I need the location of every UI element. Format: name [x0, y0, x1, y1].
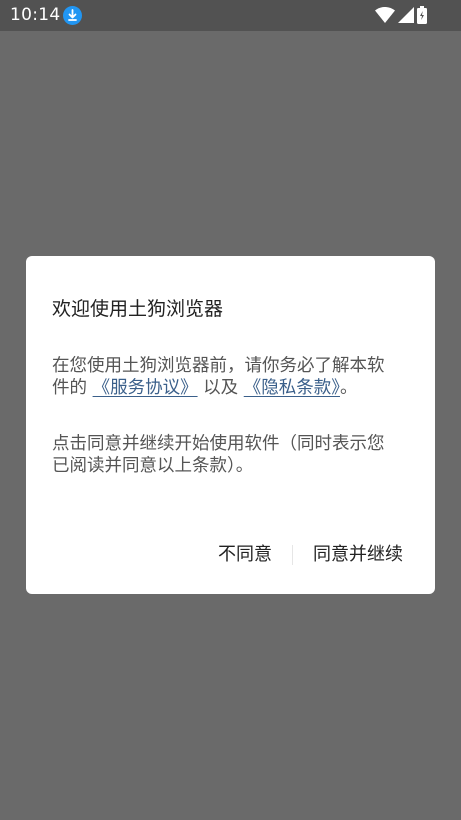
action-divider	[292, 545, 293, 565]
agree-button[interactable]: 同意并继续	[313, 543, 403, 567]
dialog-title: 欢迎使用土狗浏览器	[52, 298, 224, 320]
agreement-text-middle: 以及	[203, 378, 239, 398]
consent-paragraph: 点击同意并继续开始使用软件（同时表示您已阅读并同意以上条款）。	[52, 434, 385, 476]
agreement-text-suffix: 。	[339, 378, 358, 398]
agreement-paragraph: 在您使用土狗浏览器前，请你务必了解本软件的 《服务协议》 以及 《隐私条款》。	[52, 355, 397, 399]
status-bar: 10:14	[0, 0, 461, 31]
consent-dialog: 欢迎使用土狗浏览器 在您使用土狗浏览器前，请你务必了解本软件的 《服务协议》 以…	[26, 256, 435, 594]
wifi-icon	[375, 7, 395, 23]
status-icons	[375, 6, 427, 24]
cellular-signal-icon	[398, 7, 414, 23]
dialog-actions: 不同意 同意并继续	[218, 543, 403, 567]
service-agreement-link[interactable]: 《服务协议》	[93, 378, 198, 398]
privacy-policy-link[interactable]: 《隐私条款》	[244, 378, 340, 398]
disagree-button[interactable]: 不同意	[218, 543, 272, 567]
battery-icon	[417, 6, 427, 24]
status-time: 10:14	[10, 5, 61, 25]
download-icon	[63, 6, 82, 25]
dialog-body: 在您使用土狗浏览器前，请你务必了解本软件的 《服务协议》 以及 《隐私条款》。 …	[52, 355, 397, 477]
